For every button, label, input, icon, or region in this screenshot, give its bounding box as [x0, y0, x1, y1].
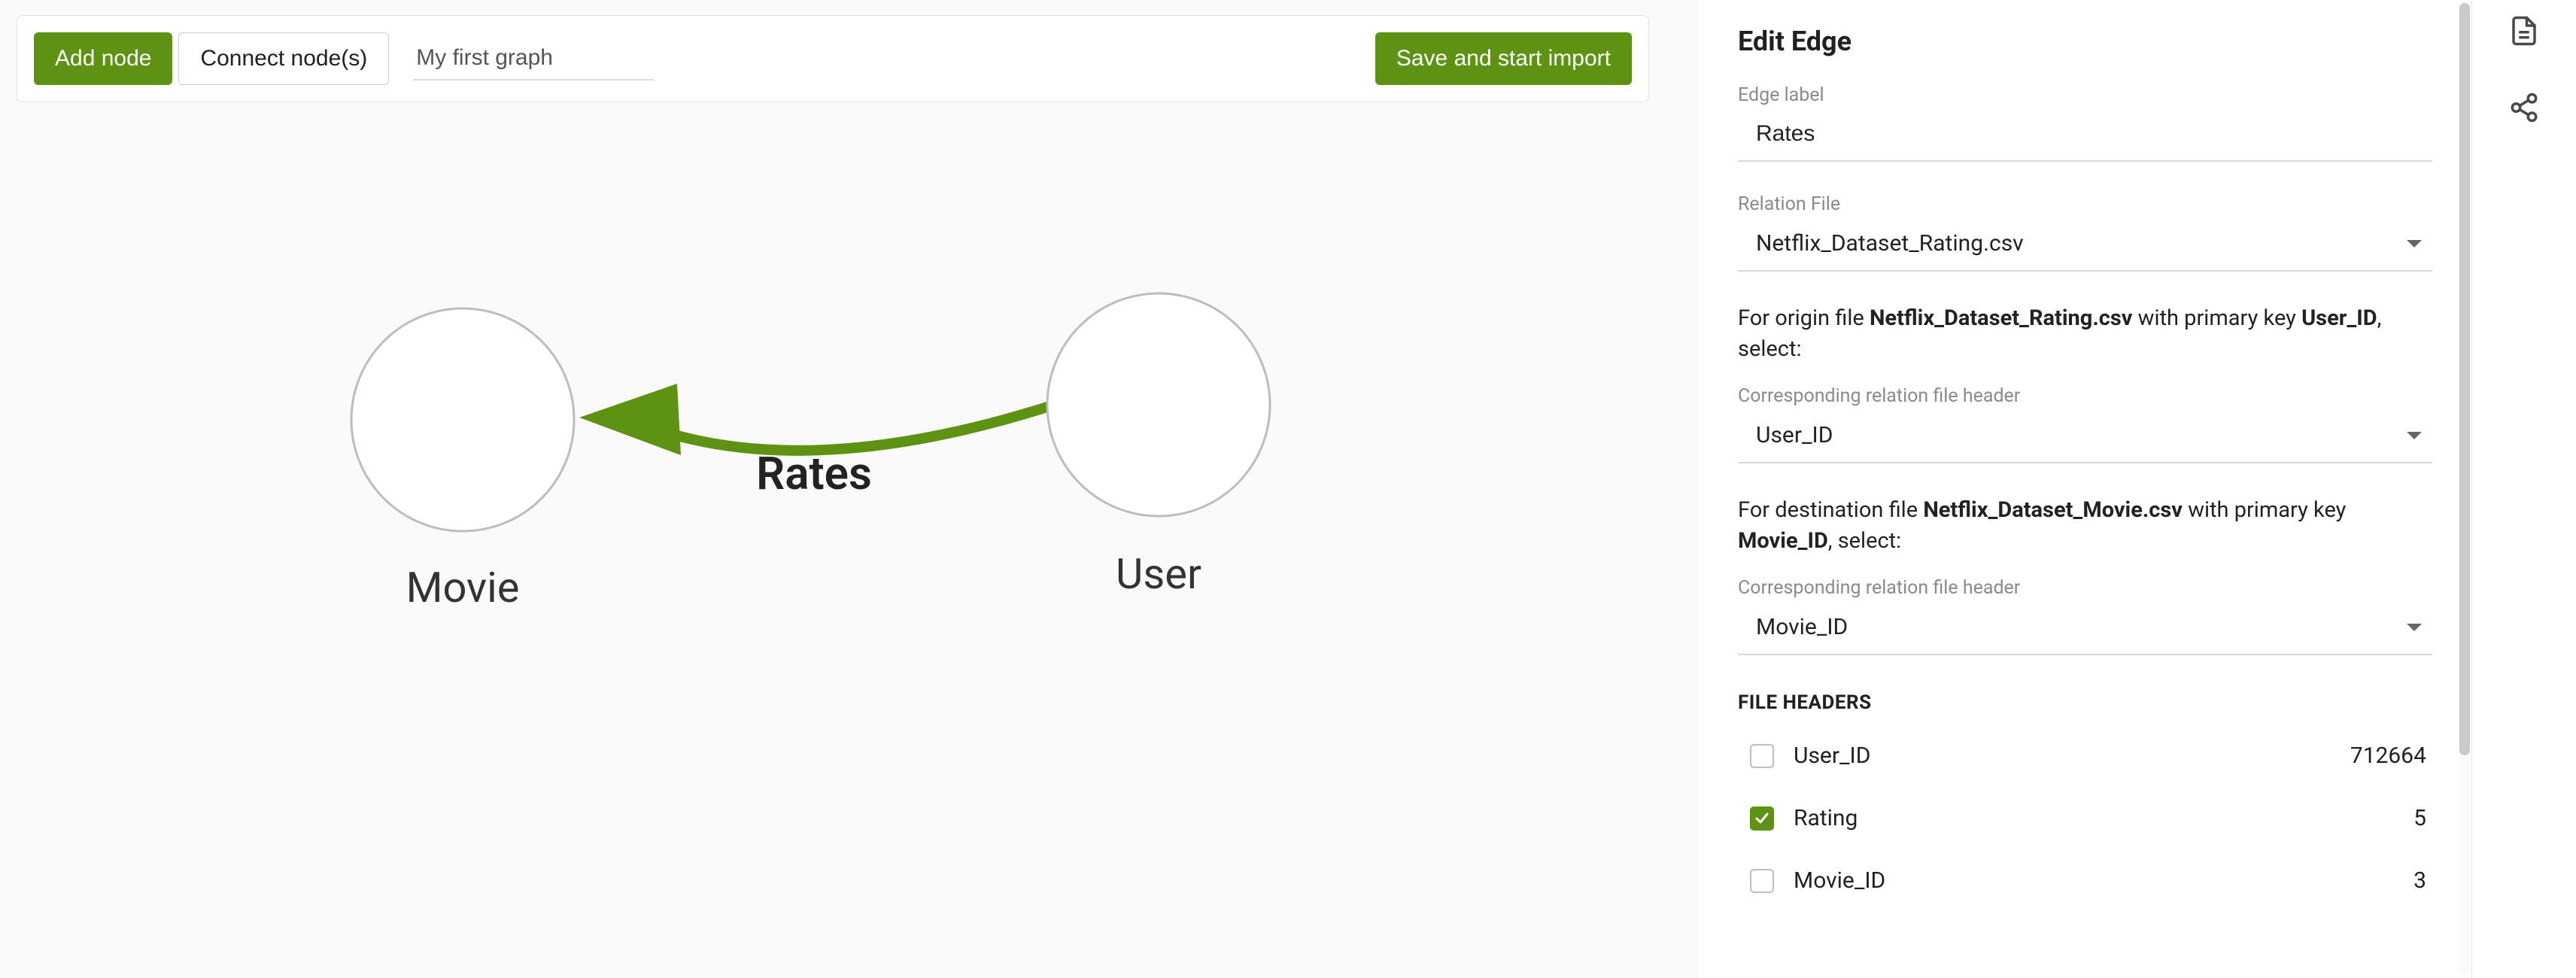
edge-label-input[interactable] — [1738, 108, 2432, 162]
edge-arrowhead — [579, 384, 681, 455]
file-header-name: Rating — [1794, 805, 2413, 831]
file-header-row: Rating 5 — [1738, 787, 2432, 849]
file-header-value: 712664 — [2350, 743, 2426, 769]
dest-corr-header-caption: Corresponding relation file header — [1738, 577, 2432, 599]
dest-guide-text: For destination file Netflix_Dataset_Mov… — [1738, 495, 2432, 556]
file-header-row: Movie_ID 3 — [1738, 849, 2432, 912]
relation-file-select[interactable]: Netflix_Dataset_Rating.csv — [1738, 217, 2432, 272]
share-icon[interactable] — [2508, 92, 2540, 123]
file-header-name: User_ID — [1794, 743, 2350, 769]
dest-corr-header-select[interactable]: Movie_ID — [1738, 600, 2432, 655]
file-header-value: 3 — [2413, 867, 2426, 894]
graph-canvas-area: Add node Connect node(s) Save and start … — [0, 0, 1699, 978]
dest-corr-header-value: Movie_ID — [1756, 614, 1848, 640]
file-header-row: User_ID 712664 — [1738, 724, 2432, 787]
edge-rates[interactable] — [655, 406, 1050, 451]
graph-canvas[interactable]: Rates Movie User — [0, 0, 1699, 978]
file-header-name: Movie_ID — [1794, 867, 2413, 894]
edge-label-caption: Edge label — [1738, 84, 2432, 106]
relation-file-value: Netflix_Dataset_Rating.csv — [1756, 230, 2024, 257]
node-movie-label: Movie — [406, 563, 520, 612]
relation-file-caption: Relation File — [1738, 193, 2432, 215]
file-header-checkbox[interactable] — [1750, 869, 1774, 893]
chevron-down-icon — [2407, 240, 2422, 248]
edge-label-text[interactable]: Rates — [756, 447, 872, 500]
file-header-checkbox[interactable] — [1750, 806, 1774, 831]
right-icon-strip — [2472, 0, 2576, 978]
chevron-down-icon — [2407, 624, 2422, 631]
node-movie[interactable] — [351, 308, 574, 531]
node-user[interactable] — [1047, 293, 1270, 516]
scrollbar-thumb[interactable] — [2459, 3, 2470, 755]
file-header-value: 5 — [2413, 805, 2426, 831]
file-icon[interactable] — [2508, 15, 2540, 47]
origin-guide-text: For origin file Netflix_Dataset_Rating.c… — [1738, 303, 2432, 364]
chevron-down-icon — [2407, 432, 2422, 439]
origin-corr-header-select[interactable]: User_ID — [1738, 409, 2432, 463]
file-header-checkbox[interactable] — [1750, 744, 1774, 768]
edit-edge-panel: Edit Edge Edge label Relation File Netfl… — [1699, 0, 2472, 978]
panel-title: Edit Edge — [1738, 26, 2432, 57]
origin-corr-header-caption: Corresponding relation file header — [1738, 385, 2432, 407]
origin-corr-header-value: User_ID — [1756, 422, 1833, 448]
node-user-label: User — [1116, 549, 1201, 599]
file-headers-title: FILE HEADERS — [1738, 691, 2432, 714]
